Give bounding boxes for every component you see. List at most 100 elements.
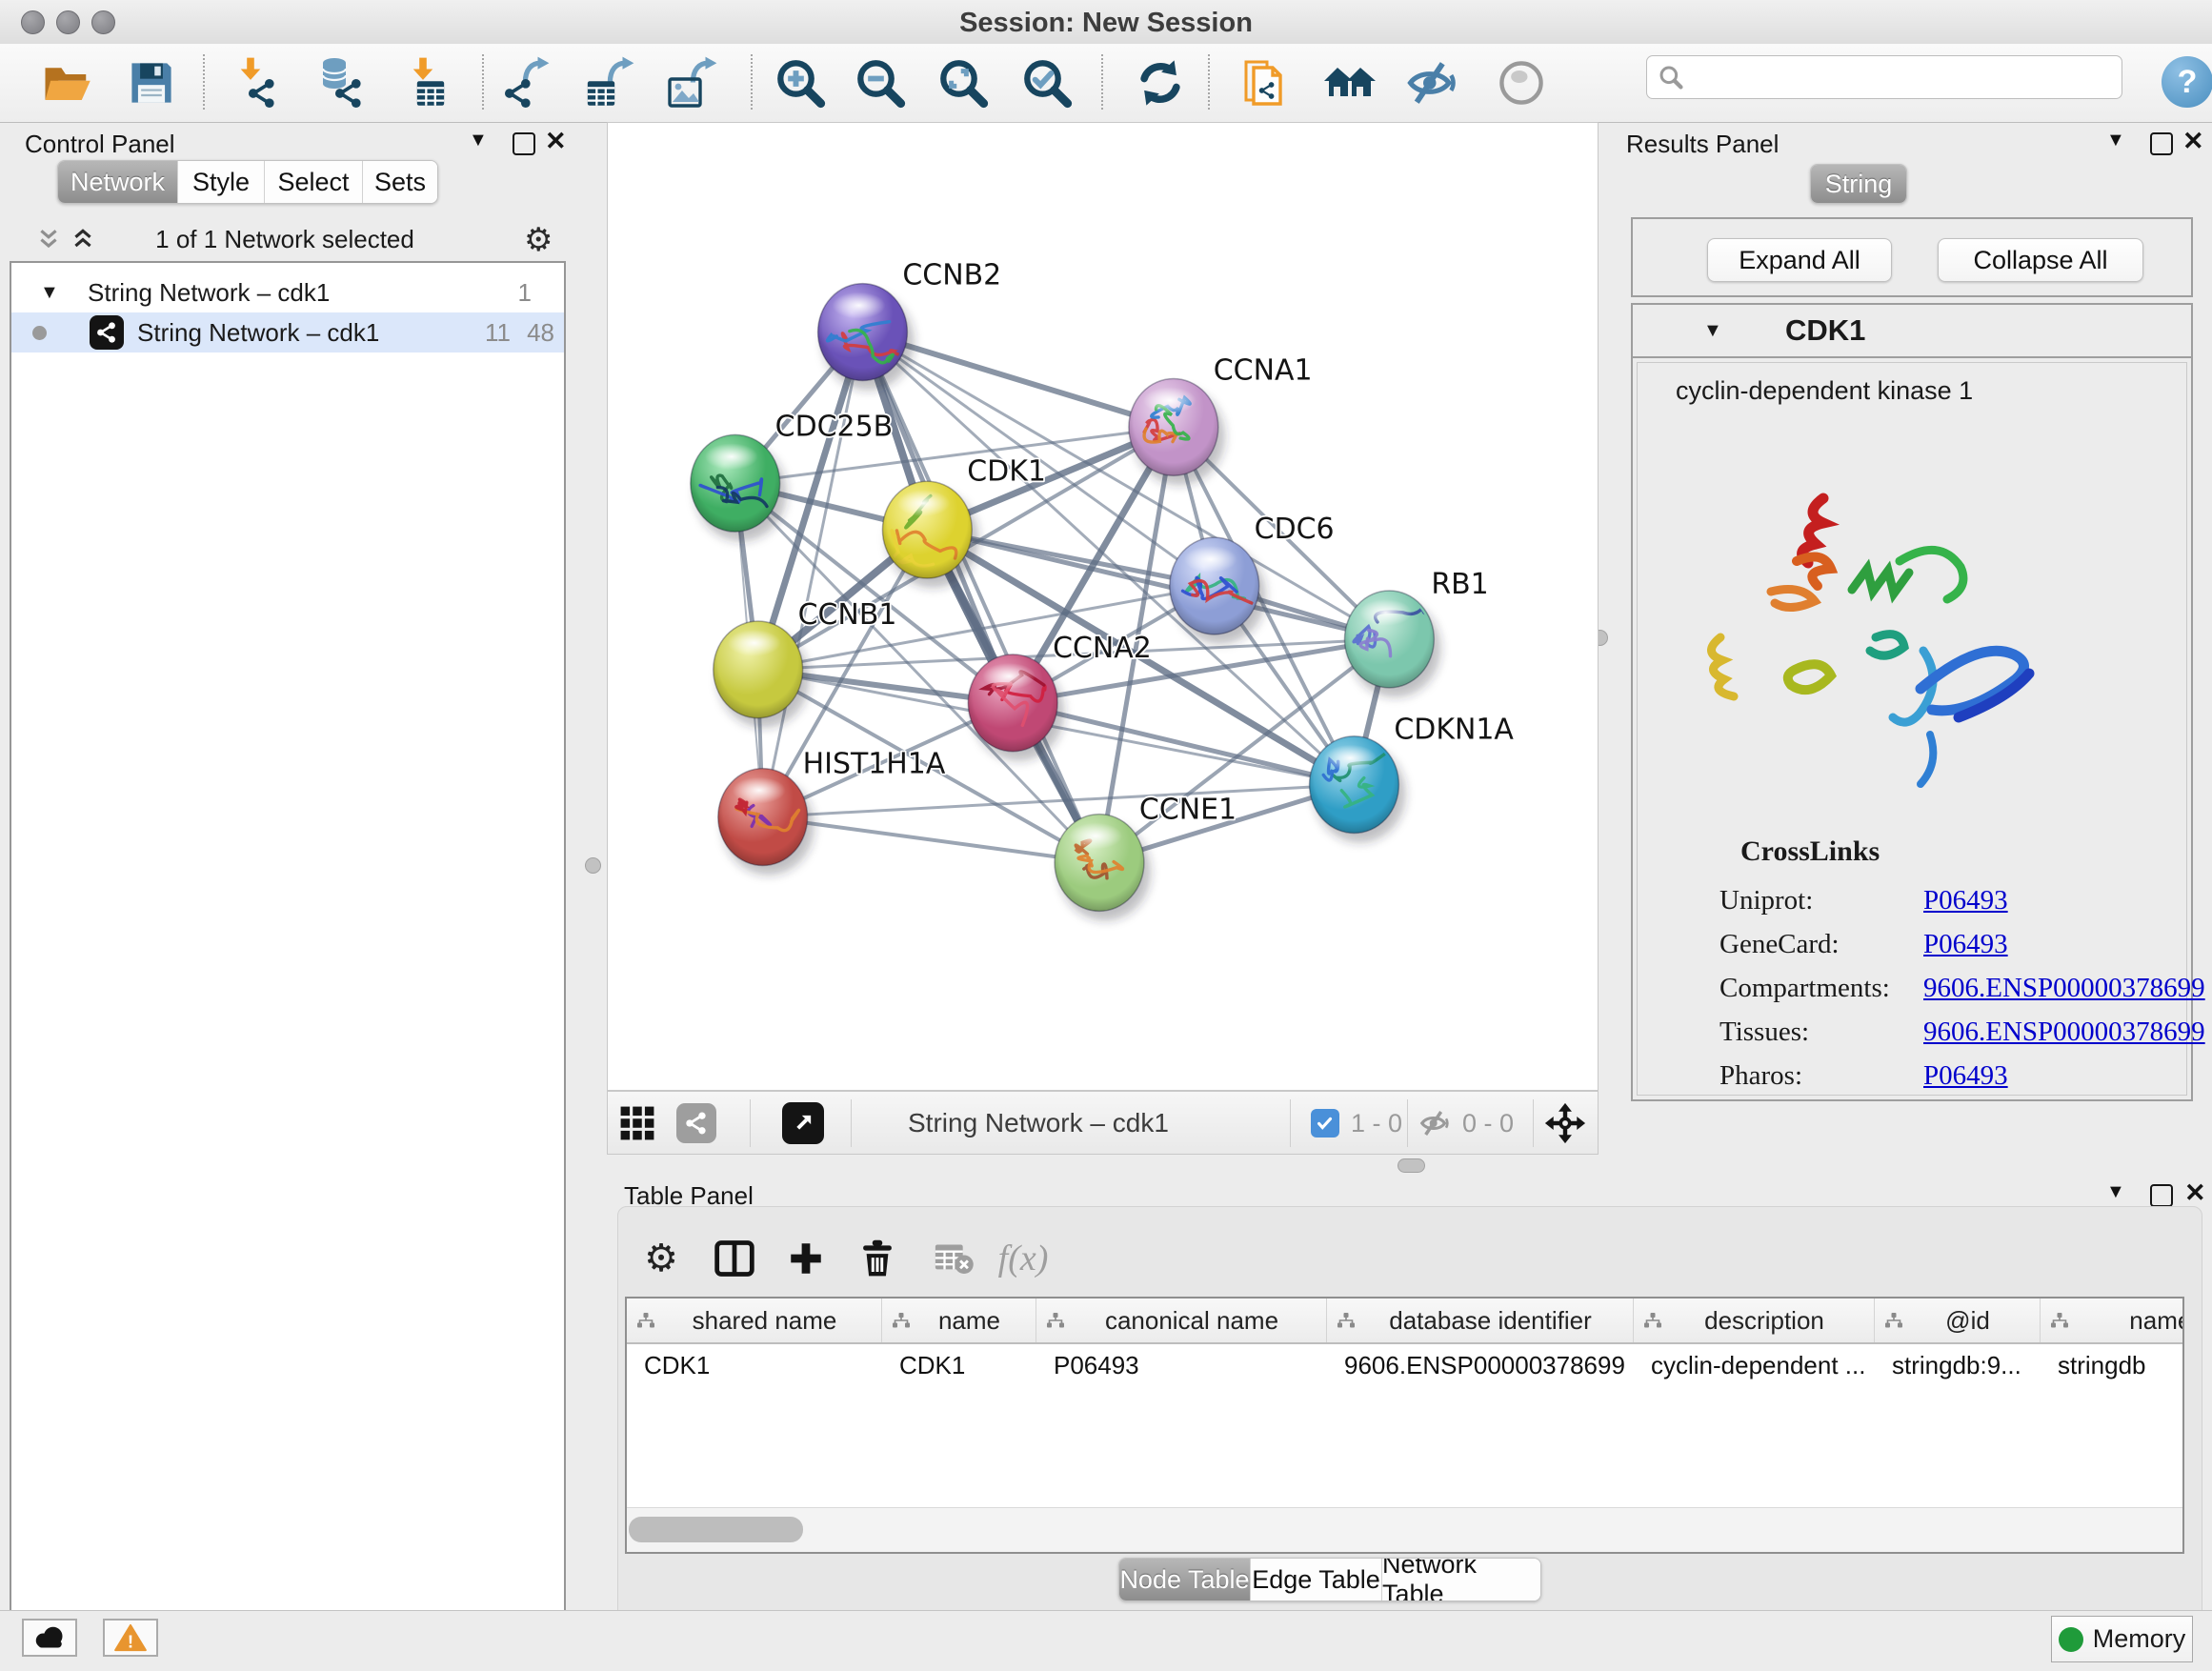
table-panel-close-button[interactable]: ✕ [2184,1178,2206,1208]
zoom-out-button[interactable] [854,56,907,110]
import-table-button[interactable] [401,56,454,110]
expand-all-button[interactable]: Expand All [1707,238,1892,282]
table-row[interactable]: CDK1CDK1P064939606.ENSP00000378699cyclin… [627,1344,2184,1386]
node-CDKN1A[interactable] [1310,736,1406,843]
collapse-all-button[interactable]: Collapse All [1938,238,2143,282]
node-CDK1[interactable] [882,481,978,588]
export-network-button[interactable] [500,56,553,110]
tab-select[interactable]: Select [265,161,363,203]
scrollbar-thumb[interactable] [629,1517,803,1542]
control-panel-float-button[interactable] [513,132,535,155]
create-column-button[interactable] [781,1234,831,1283]
node-CCNB2[interactable] [818,284,915,391]
column-header-canonical-name[interactable]: canonical name [1036,1299,1327,1342]
tissues-link[interactable]: 9606.ENSP00000378699 [1923,1017,2205,1048]
network-row-selected[interactable]: String Network – cdk1 11 48 [11,312,564,352]
column-header-database-identifier[interactable]: database identifier [1327,1299,1634,1342]
share-network-button[interactable] [1238,56,1292,110]
gene-section-header[interactable]: ▼ CDK1 [1633,305,2191,358]
table-options-button[interactable]: ⚙ [636,1234,686,1283]
cloud-status-button[interactable] [22,1619,77,1657]
node-RB1[interactable] [1344,591,1458,697]
column-header-description[interactable]: description [1634,1299,1875,1342]
first-neighbors-button[interactable] [1322,56,1376,110]
zoom-selected-button[interactable] [1020,56,1074,110]
grid-view-button[interactable] [619,1105,655,1146]
zoom-in-button[interactable] [774,56,827,110]
refresh-button[interactable] [1134,56,1187,110]
table-cell[interactable]: stringdb [2041,1344,2184,1386]
eye-slash-icon [1419,1108,1450,1138]
columns-icon [714,1238,755,1279]
graphics-details-button[interactable] [1495,56,1548,110]
fit-content-button[interactable] [1544,1102,1586,1149]
node-CCNA2[interactable] [968,654,1064,761]
control-panel-collapse-button[interactable]: ▼ [469,130,488,151]
column-type-icon [1337,1312,1356,1329]
save-session-button[interactable] [125,56,178,110]
selected-checkbox-icon[interactable] [1311,1109,1339,1137]
birdseye-view-button[interactable] [782,1102,824,1144]
node-table[interactable]: shared namenamecanonical namedatabase id… [625,1297,2184,1554]
column-header-namespace[interactable]: namespace [2041,1299,2184,1342]
results-panel-close-button[interactable]: ✕ [2182,127,2204,156]
node-CCNE1[interactable] [1055,815,1151,921]
tab-style[interactable]: Style [178,161,265,203]
table-cell[interactable]: CDK1 [627,1344,882,1386]
tab-network[interactable]: Network [58,161,178,203]
gear-icon[interactable]: ⚙ [524,221,553,259]
export-image-button[interactable] [666,56,719,110]
table-cell[interactable]: P06493 [1036,1344,1327,1386]
horizontal-scrollbar[interactable] [627,1507,2182,1552]
network-graph[interactable]: CCNB2CCNA1CDC25BCDK1CDC6RB1CCNB1CCNA2CDK… [608,123,1598,1090]
node-CDC25B[interactable] [691,434,787,541]
results-panel-title: Results Panel [1626,130,1779,159]
tab-sets[interactable]: Sets [363,161,437,203]
zoom-fit-button[interactable] [936,56,990,110]
results-panel-float-button[interactable] [2150,132,2173,155]
tree-expanded-icon[interactable]: ▼ [40,282,59,304]
column-header-shared-name[interactable]: shared name [627,1299,882,1342]
network-canvas[interactable]: CCNB2CCNA1CDC25BCDK1CDC6RB1CCNB1CCNA2CDK… [607,122,1599,1091]
table-cell[interactable]: cyclin-dependent ... [1634,1344,1875,1386]
memory-status-icon [2059,1627,2083,1652]
node-HIST1H1A[interactable] [718,769,814,876]
table-panel-float-button[interactable] [2150,1184,2173,1207]
results-panel-collapse-button[interactable]: ▼ [2106,130,2125,151]
import-network-database-button[interactable] [313,56,367,110]
crosslink-row: Uniprot: P06493 [1638,885,2186,929]
tab-network-table[interactable]: Network Table [1382,1559,1540,1601]
open-session-button[interactable] [40,56,93,110]
column-header-name[interactable]: name [882,1299,1036,1342]
node-CCNA1[interactable] [1129,378,1225,485]
tab-node-table[interactable]: Node Table [1119,1559,1251,1601]
section-expanded-icon[interactable]: ▼ [1703,320,1722,342]
compartments-link[interactable]: 9606.ENSP00000378699 [1923,973,2205,1004]
search-input[interactable] [1646,55,2122,99]
warnings-button[interactable]: ! [103,1619,158,1657]
show-columns-button[interactable] [710,1234,759,1283]
delete-column-button[interactable] [853,1234,902,1283]
table-cell[interactable]: CDK1 [882,1344,1036,1386]
memory-button[interactable]: Memory [2051,1616,2193,1662]
bottom-splitter-handle[interactable] [1398,1158,1425,1173]
export-table-button[interactable] [583,56,636,110]
collapse-all-networks-button[interactable] [36,227,61,252]
table-panel-collapse-button[interactable]: ▼ [2106,1181,2125,1203]
genecard-link[interactable]: P06493 [1923,929,2008,960]
help-button[interactable]: ? [2162,56,2212,108]
pharos-link[interactable]: P06493 [1923,1060,2008,1092]
table-cell[interactable]: stringdb:9... [1875,1344,2041,1386]
expand-all-networks-button[interactable] [70,227,95,252]
control-panel-close-button[interactable]: ✕ [545,127,567,156]
import-network-file-button[interactable] [232,56,286,110]
table-cell[interactable]: 9606.ENSP00000378699 [1327,1344,1634,1386]
hide-selected-button[interactable] [1405,56,1458,110]
column-header--id[interactable]: @id [1875,1299,2041,1342]
network-collection-row[interactable]: ▼ String Network – cdk1 1 [11,272,564,312]
uniprot-link[interactable]: P06493 [1923,885,2008,916]
tab-edge-table[interactable]: Edge Table [1251,1559,1382,1601]
tab-string[interactable]: String [1811,165,1906,203]
left-splitter-handle[interactable] [585,857,601,874]
network-view-button[interactable] [676,1103,716,1143]
